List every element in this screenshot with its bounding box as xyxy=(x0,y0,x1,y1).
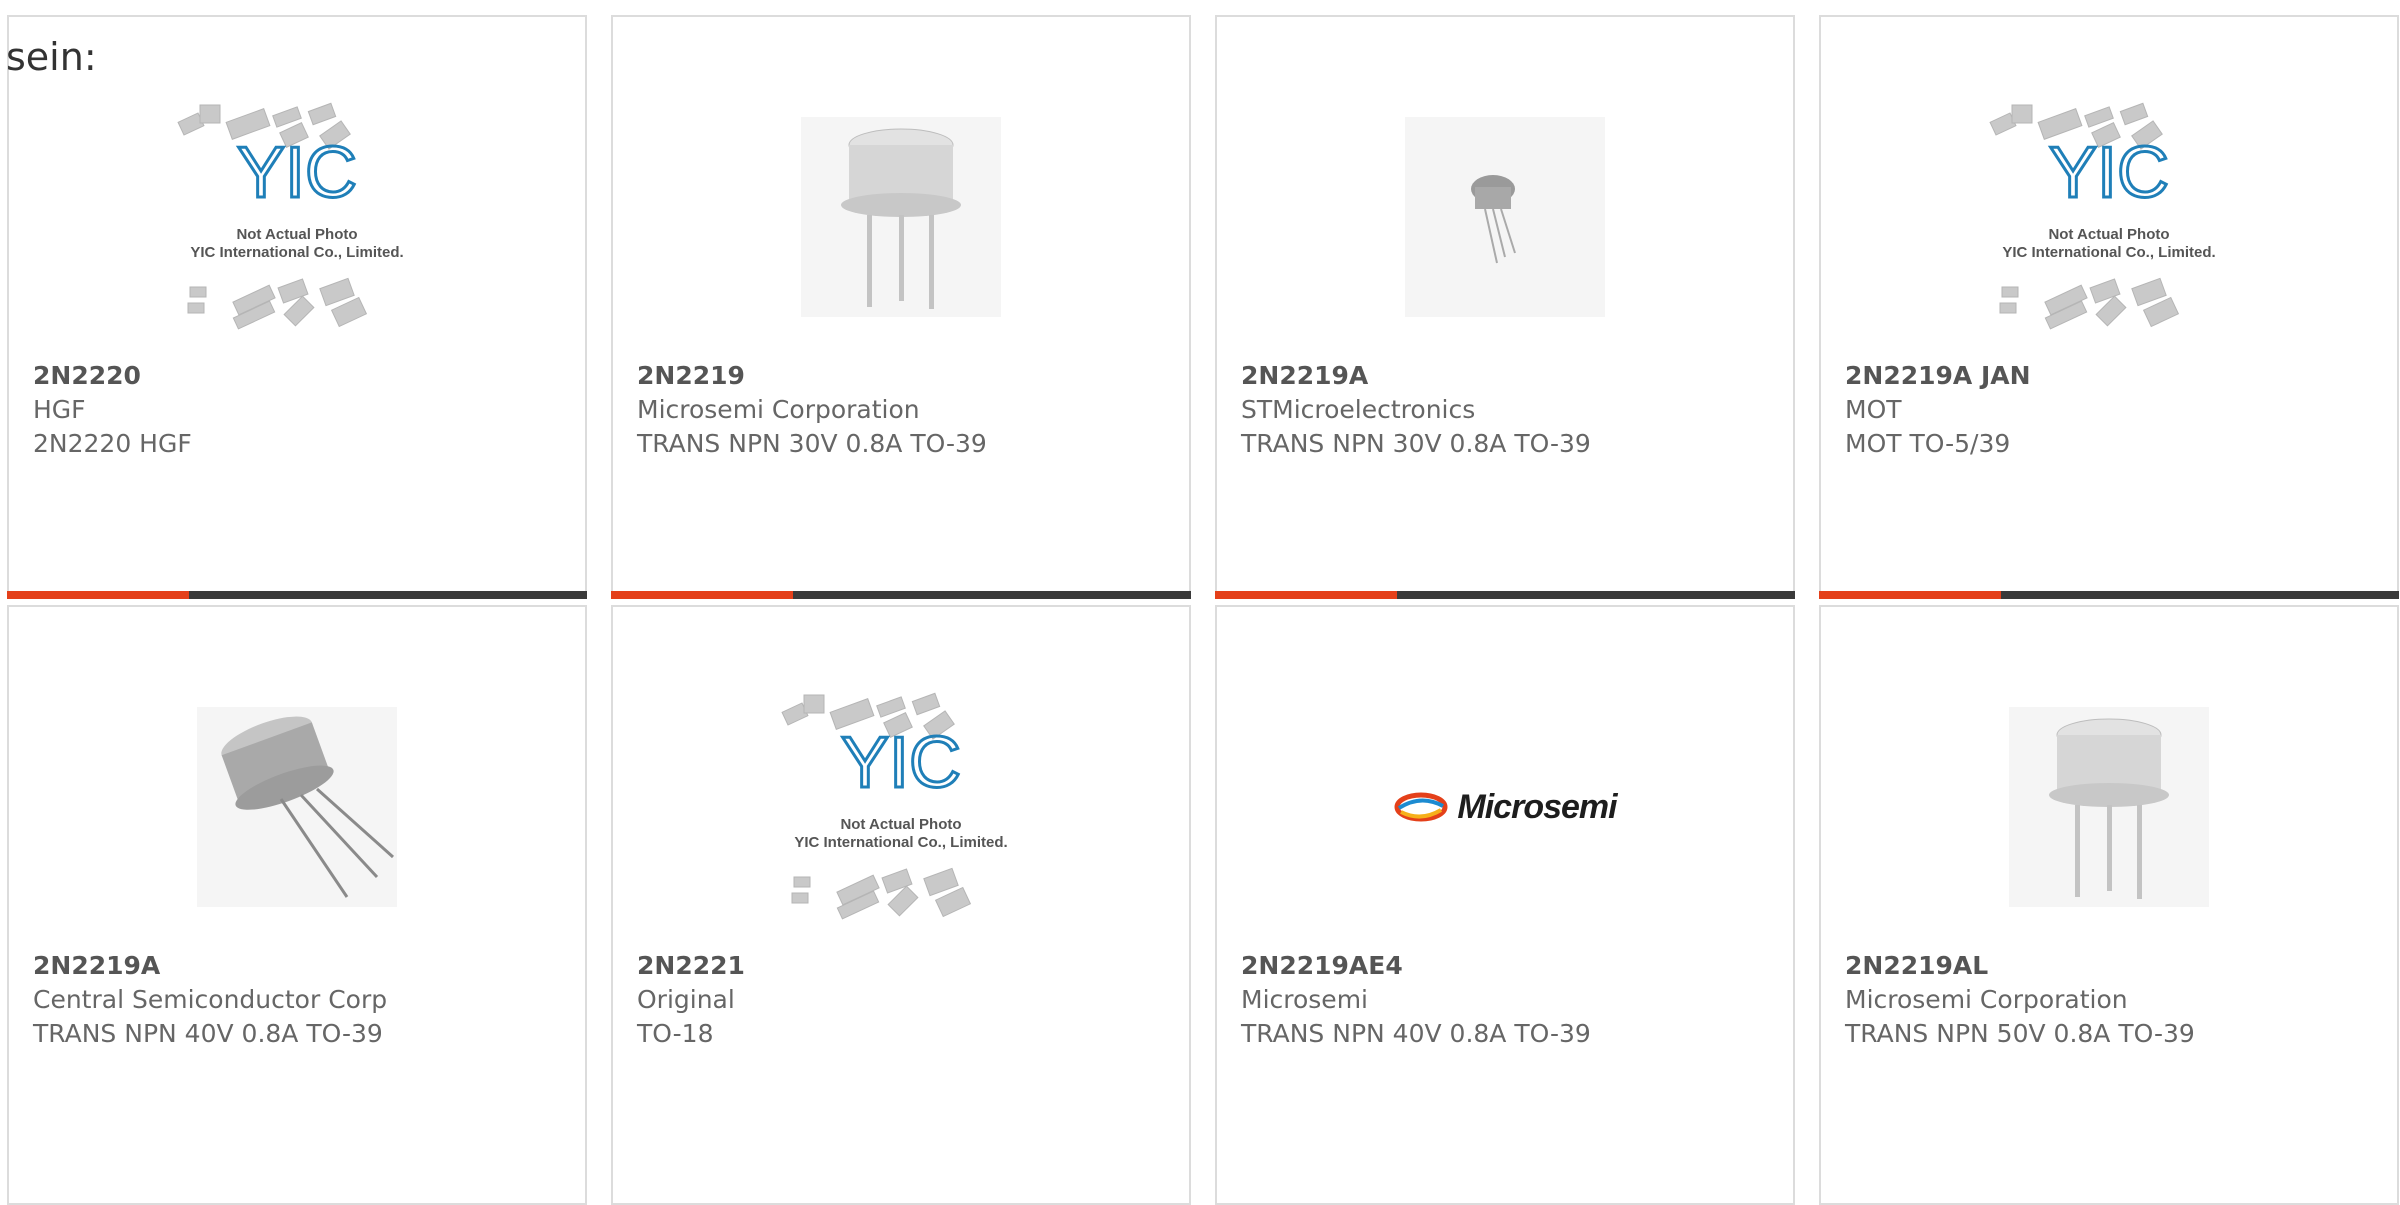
product-card[interactable]: YIC Not Actual Photo YIC International C… xyxy=(611,605,1191,1205)
microsemi-logo-text: Microsemi xyxy=(1457,787,1617,826)
yic-placeholder-icon: YIC Not Actual Photo YIC International C… xyxy=(162,97,432,337)
description: TRANS NPN 50V 0.8A TO-39 xyxy=(1845,1019,2195,1048)
product-card[interactable]: Microsemi 2N2219AE4 Microsemi TRANS NPN … xyxy=(1215,605,1795,1205)
description: MOT TO-5/39 xyxy=(1845,429,2011,458)
svg-text:YIC International Co., Limited: YIC International Co., Limited. xyxy=(190,244,403,261)
product-card[interactable]: 2N2219 Microsemi Corporation TRANS NPN 3… xyxy=(611,15,1191,599)
manufacturer: MOT xyxy=(1845,395,1902,424)
manufacturer: Microsemi Corporation xyxy=(1845,985,2128,1014)
svg-text:YIC: YIC xyxy=(237,133,357,213)
manufacturer: Original xyxy=(637,985,735,1014)
manufacturer: STMicroelectronics xyxy=(1241,395,1476,424)
card-accent-bar xyxy=(1215,591,1795,599)
description: TRANS NPN 30V 0.8A TO-39 xyxy=(637,429,987,458)
section-label: sein: xyxy=(6,35,97,79)
part-number[interactable]: 2N2219A xyxy=(1241,359,1591,393)
part-number[interactable]: 2N2219AL xyxy=(1845,949,2195,983)
product-card[interactable]: 2N2219AL Microsemi Corporation TRANS NPN… xyxy=(1819,605,2399,1205)
svg-text:YIC International Co., Limited: YIC International Co., Limited. xyxy=(794,834,1007,851)
svg-text:YIC: YIC xyxy=(2049,133,2169,213)
microsemi-logo: Microsemi xyxy=(1370,687,1640,927)
manufacturer: Central Semiconductor Corp xyxy=(33,985,388,1014)
part-number[interactable]: 2N2219AE4 xyxy=(1241,949,1591,983)
manufacturer: Microsemi xyxy=(1241,985,1368,1014)
card-accent-bar xyxy=(1819,591,2399,599)
card-accent-bar xyxy=(7,591,587,599)
svg-text:Not Actual Photo: Not Actual Photo xyxy=(840,816,961,833)
description: TRANS NPN 40V 0.8A TO-39 xyxy=(33,1019,383,1048)
svg-text:YIC: YIC xyxy=(841,723,961,803)
product-card[interactable]: YIC Not Actual Photo YIC International C… xyxy=(1819,15,2399,599)
description: TRANS NPN 30V 0.8A TO-39 xyxy=(1241,429,1591,458)
manufacturer: Microsemi Corporation xyxy=(637,395,920,424)
part-number[interactable]: 2N2221 xyxy=(637,949,745,983)
part-number[interactable]: 2N2219A JAN xyxy=(1845,359,2031,393)
angled-transistor-icon xyxy=(162,687,432,927)
product-card[interactable]: 2N2219A Central Semiconductor Corp TRANS… xyxy=(7,605,587,1205)
description: TRANS NPN 40V 0.8A TO-39 xyxy=(1241,1019,1591,1048)
part-number[interactable]: 2N2219 xyxy=(637,359,987,393)
part-number[interactable]: 2N2220 xyxy=(33,359,192,393)
svg-text:Not Actual Photo: Not Actual Photo xyxy=(2048,226,2169,243)
yic-placeholder-icon: YIC Not Actual Photo YIC International C… xyxy=(766,687,1036,927)
manufacturer: HGF xyxy=(33,395,86,424)
svg-text:Not Actual Photo: Not Actual Photo xyxy=(236,226,357,243)
card-accent-bar xyxy=(611,591,1191,599)
product-card[interactable]: YIC Not Actual Photo YIC International C… xyxy=(7,15,587,599)
to39-can-icon xyxy=(766,97,1036,337)
small-transistor-icon xyxy=(1370,97,1640,337)
to39-can-icon xyxy=(1974,687,2244,927)
product-card[interactable]: 2N2219A STMicroelectronics TRANS NPN 30V… xyxy=(1215,15,1795,599)
yic-placeholder-icon: YIC Not Actual Photo YIC International C… xyxy=(1974,97,2244,337)
description: TO-18 xyxy=(637,1019,714,1048)
description: 2N2220 HGF xyxy=(33,429,192,458)
svg-text:YIC International Co., Limited: YIC International Co., Limited. xyxy=(2002,244,2215,261)
part-number[interactable]: 2N2219A xyxy=(33,949,387,983)
